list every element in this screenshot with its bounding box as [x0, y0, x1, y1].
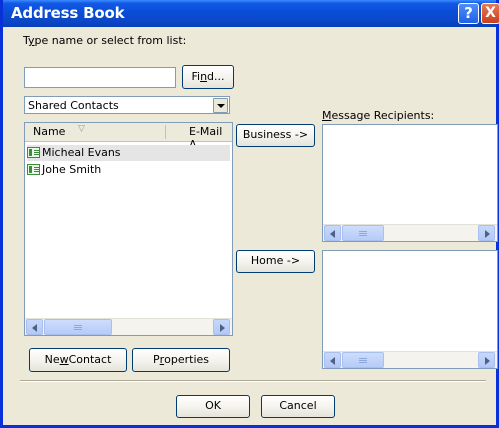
properties-suffix: operties — [164, 353, 210, 366]
help-symbol: ? — [464, 4, 473, 22]
scroll-grip — [359, 231, 367, 232]
find-button[interactable]: Find... — [182, 65, 234, 89]
new-contact-prefix: Ne — [44, 353, 60, 366]
contacts-list[interactable]: Name ▽ E-Mail A Micheal Evans Johe Smith — [24, 122, 233, 336]
home-recipients-list[interactable] — [322, 250, 498, 369]
contact-card-icon — [27, 147, 40, 158]
list-item[interactable]: Micheal Evans — [27, 145, 230, 161]
scroll-right-icon[interactable] — [478, 352, 495, 368]
contact-name: Johe Smith — [42, 163, 102, 176]
search-input[interactable] — [24, 67, 176, 88]
home-recipients-scrollbar[interactable] — [323, 351, 497, 368]
cancel-button-label: Cancel — [279, 399, 317, 412]
window-title: Address Book — [11, 4, 125, 22]
business-button[interactable]: Business -> — [236, 124, 315, 147]
contacts-list-header: Name ▽ E-Mail A — [25, 123, 232, 151]
scroll-right-icon[interactable] — [213, 319, 230, 335]
new-contact-button[interactable]: New Contact — [29, 348, 127, 372]
help-icon[interactable]: ? — [458, 3, 479, 24]
contact-card-icon — [27, 164, 40, 175]
business-recipients-list[interactable] — [322, 124, 498, 242]
properties-prefix: P — [152, 353, 160, 366]
chevron-down-icon[interactable] — [213, 98, 228, 113]
address-book-window: Address Book ? X Type name or select fro… — [0, 0, 499, 428]
message-recipients-label: Message Recipients: — [322, 109, 434, 122]
close-symbol: X — [485, 5, 496, 21]
scroll-thumb[interactable] — [342, 352, 384, 368]
search-label-suffix: pe name or select from list: — [34, 34, 187, 47]
ok-button-label: OK — [205, 399, 221, 412]
scroll-left-icon[interactable] — [324, 352, 341, 368]
title-bar[interactable]: Address Book ? X — [3, 0, 499, 27]
column-separator[interactable] — [165, 125, 166, 139]
new-contact-suffix: Contact — [68, 353, 112, 366]
scroll-left-icon[interactable] — [26, 319, 43, 335]
home-button-label: Home -> — [250, 254, 301, 267]
recipients-label-suffix: essage Recipients: — [331, 109, 435, 122]
new-contact-mnemonic: w — [59, 353, 69, 366]
business-recipients-scrollbar[interactable] — [323, 224, 497, 241]
recipients-label-mnemonic: M — [322, 109, 332, 122]
find-label-prefix: Fi — [191, 70, 201, 83]
scroll-grip — [359, 358, 367, 359]
find-label-suffix: d... — [207, 70, 225, 83]
column-header-name[interactable]: Name — [33, 125, 65, 138]
scroll-right-icon[interactable] — [478, 225, 495, 241]
button-divider — [20, 380, 486, 382]
contact-name: Micheal Evans — [42, 146, 121, 159]
find-label-mnemonic: n — [200, 70, 208, 83]
scroll-thumb[interactable] — [342, 225, 384, 241]
ok-button[interactable]: OK — [176, 395, 250, 418]
search-label: Type name or select from list: — [23, 34, 186, 47]
scroll-grip — [74, 325, 82, 326]
contact-source-dropdown[interactable]: Shared Contacts — [24, 96, 230, 114]
contact-source-value: Shared Contacts — [28, 99, 119, 112]
contacts-scrollbar[interactable] — [25, 318, 232, 335]
sort-indicator-icon: ▽ — [78, 124, 85, 134]
properties-button[interactable]: Properties — [132, 348, 230, 372]
scroll-thumb[interactable] — [44, 319, 112, 335]
close-icon[interactable]: X — [481, 3, 499, 24]
cancel-button[interactable]: Cancel — [261, 395, 335, 418]
home-button[interactable]: Home -> — [236, 250, 315, 273]
business-button-label: Business -> — [242, 128, 309, 141]
list-item[interactable]: Johe Smith — [27, 162, 101, 178]
scroll-left-icon[interactable] — [324, 225, 341, 241]
